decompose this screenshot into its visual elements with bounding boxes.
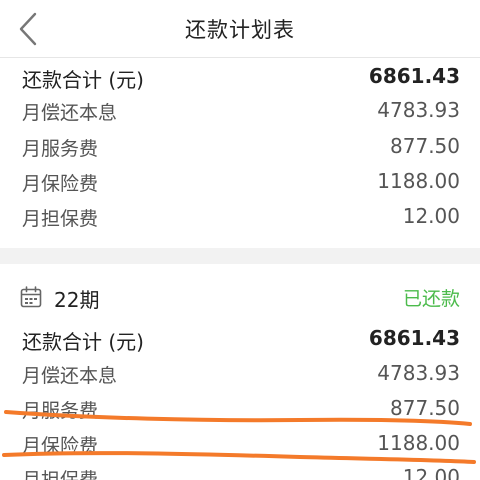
status-badge: 已还款 [402, 288, 460, 310]
row-value: 877.50 [390, 134, 460, 158]
row-label: 月服务费 [22, 400, 99, 422]
row-label: 月保险费 [22, 173, 99, 195]
summary-total-row: 还款合计 (元) 6861.43 [22, 64, 460, 98]
summary-row-service-fee: 月服务费 877.50 [22, 134, 460, 168]
period-row-service-fee: 月服务费 877.50 [22, 396, 460, 430]
summary-row-insurance-fee: 月保险费 1188.00 [22, 169, 460, 203]
row-value: 4783.93 [377, 361, 460, 385]
row-label: 月保险费 [22, 435, 99, 457]
row-value: 1188.00 [377, 431, 460, 455]
row-value: 877.50 [390, 396, 460, 420]
summary-card: 还款合计 (元) 6861.43 月偿还本息 4783.93 月服务费 877.… [0, 58, 480, 248]
period-header: 22期 已还款 [20, 284, 460, 314]
row-value: 12.00 [402, 204, 460, 228]
period-row-principal-interest: 月偿还本息 4783.93 [22, 361, 460, 395]
row-label: 月偿还本息 [22, 365, 118, 387]
period-row-guarantee-fee: 月担保费 12.00 [22, 465, 460, 480]
period-total-value: 6861.43 [368, 326, 460, 350]
summary-total-value: 6861.43 [368, 64, 460, 88]
row-label: 月服务费 [22, 138, 99, 160]
period-card[interactable]: 22期 已还款 还款合计 (元) 6861.43 月偿还本息 4783.93 月… [0, 264, 480, 480]
period-total-row: 还款合计 (元) 6861.43 [22, 326, 460, 360]
row-value: 1188.00 [377, 169, 460, 193]
row-label: 月担保费 [22, 208, 99, 230]
section-divider [0, 248, 480, 264]
row-value: 12.00 [402, 465, 460, 480]
summary-row-principal-interest: 月偿还本息 4783.93 [22, 98, 460, 132]
row-label: 月担保费 [22, 469, 99, 480]
page-title: 还款计划表 [185, 18, 295, 42]
calendar-icon [20, 286, 42, 308]
period-total-label: 还款合计 (元) [22, 330, 144, 354]
row-value: 4783.93 [377, 98, 460, 122]
row-label: 月偿还本息 [22, 102, 118, 124]
summary-total-label: 还款合计 (元) [22, 68, 144, 92]
period-label: 22期 [54, 288, 100, 312]
navigation-bar: 还款计划表 [0, 0, 480, 58]
period-row-insurance-fee: 月保险费 1188.00 [22, 431, 460, 465]
summary-row-guarantee-fee: 月担保费 12.00 [22, 204, 460, 238]
